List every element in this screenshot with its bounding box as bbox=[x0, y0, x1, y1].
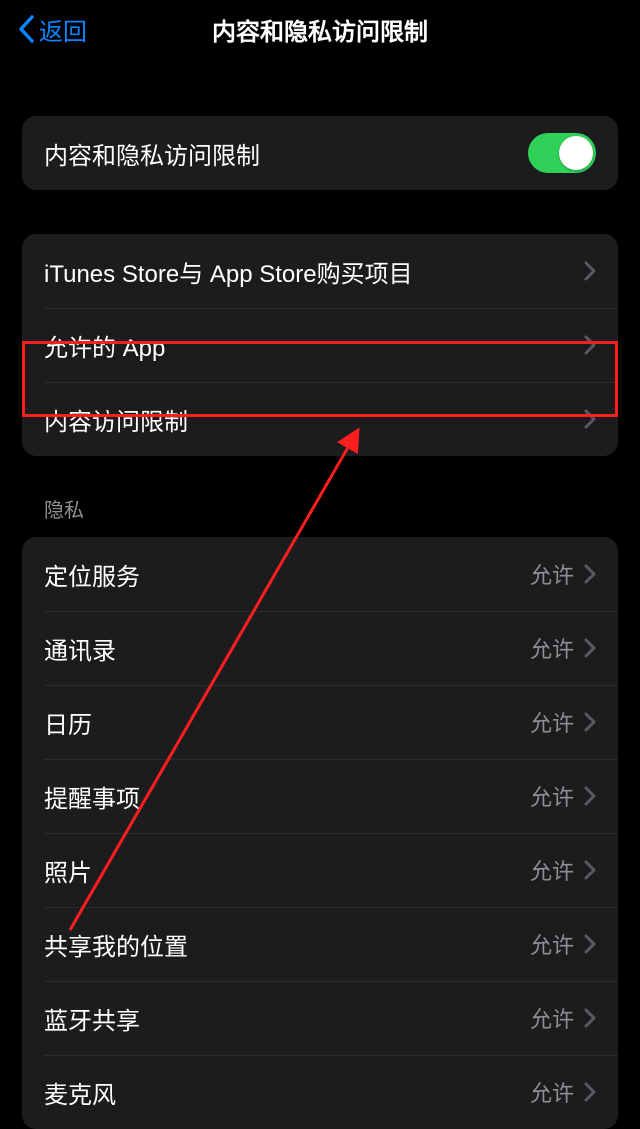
row-value: 允许 bbox=[530, 780, 574, 812]
page-title: 内容和隐私访问限制 bbox=[212, 12, 428, 47]
chevron-right-icon bbox=[584, 335, 596, 355]
row-itunes-appstore[interactable]: iTunes Store与 App Store购买项目 bbox=[22, 234, 618, 308]
row-label: 通讯录 bbox=[44, 631, 530, 666]
content-privacy-toggle-row[interactable]: 内容和隐私访问限制 bbox=[22, 116, 618, 190]
row-content-restrictions[interactable]: 内容访问限制 bbox=[22, 382, 618, 456]
toggle-row-label: 内容和隐私访问限制 bbox=[44, 136, 528, 171]
row-microphone[interactable]: 麦克风 允许 bbox=[22, 1055, 618, 1129]
toggle-group: 内容和隐私访问限制 bbox=[22, 116, 618, 190]
row-label: 共享我的位置 bbox=[44, 927, 530, 962]
row-value: 允许 bbox=[530, 1002, 574, 1034]
row-allowed-apps[interactable]: 允许的 App bbox=[22, 308, 618, 382]
chevron-right-icon bbox=[584, 786, 596, 806]
chevron-right-icon bbox=[584, 934, 596, 954]
chevron-right-icon bbox=[584, 1082, 596, 1102]
main-group: iTunes Store与 App Store购买项目 允许的 App 内容访问… bbox=[22, 234, 618, 456]
row-share-location[interactable]: 共享我的位置 允许 bbox=[22, 907, 618, 981]
row-label: 照片 bbox=[44, 853, 530, 888]
chevron-right-icon bbox=[584, 564, 596, 584]
row-label: 允许的 App bbox=[44, 328, 584, 363]
nav-header: 返回 内容和隐私访问限制 bbox=[0, 0, 640, 58]
privacy-group: 定位服务 允许 通讯录 允许 日历 允许 提醒事项 允许 照片 允许 共享我的位… bbox=[22, 537, 618, 1129]
row-reminders[interactable]: 提醒事项 允许 bbox=[22, 759, 618, 833]
back-label: 返回 bbox=[39, 12, 87, 47]
chevron-right-icon bbox=[584, 712, 596, 732]
row-label: iTunes Store与 App Store购买项目 bbox=[44, 254, 584, 289]
chevron-left-icon bbox=[18, 15, 35, 43]
row-calendar[interactable]: 日历 允许 bbox=[22, 685, 618, 759]
row-value: 允许 bbox=[530, 558, 574, 590]
row-location[interactable]: 定位服务 允许 bbox=[22, 537, 618, 611]
row-contacts[interactable]: 通讯录 允许 bbox=[22, 611, 618, 685]
row-value: 允许 bbox=[530, 706, 574, 738]
chevron-right-icon bbox=[584, 409, 596, 429]
row-photos[interactable]: 照片 允许 bbox=[22, 833, 618, 907]
back-button[interactable]: 返回 bbox=[18, 12, 87, 47]
row-label: 日历 bbox=[44, 705, 530, 740]
row-value: 允许 bbox=[530, 854, 574, 886]
row-value: 允许 bbox=[530, 1076, 574, 1108]
chevron-right-icon bbox=[584, 860, 596, 880]
chevron-right-icon bbox=[584, 261, 596, 281]
privacy-section-label: 隐私 bbox=[44, 494, 640, 523]
toggle-switch[interactable] bbox=[528, 133, 596, 173]
row-label: 麦克风 bbox=[44, 1075, 530, 1110]
row-value: 允许 bbox=[530, 632, 574, 664]
chevron-right-icon bbox=[584, 1008, 596, 1028]
row-label: 蓝牙共享 bbox=[44, 1001, 530, 1036]
row-label: 提醒事项 bbox=[44, 779, 530, 814]
switch-knob bbox=[559, 136, 593, 170]
row-value: 允许 bbox=[530, 928, 574, 960]
row-label: 内容访问限制 bbox=[44, 402, 584, 437]
chevron-right-icon bbox=[584, 638, 596, 658]
row-label: 定位服务 bbox=[44, 557, 530, 592]
row-bluetooth[interactable]: 蓝牙共享 允许 bbox=[22, 981, 618, 1055]
